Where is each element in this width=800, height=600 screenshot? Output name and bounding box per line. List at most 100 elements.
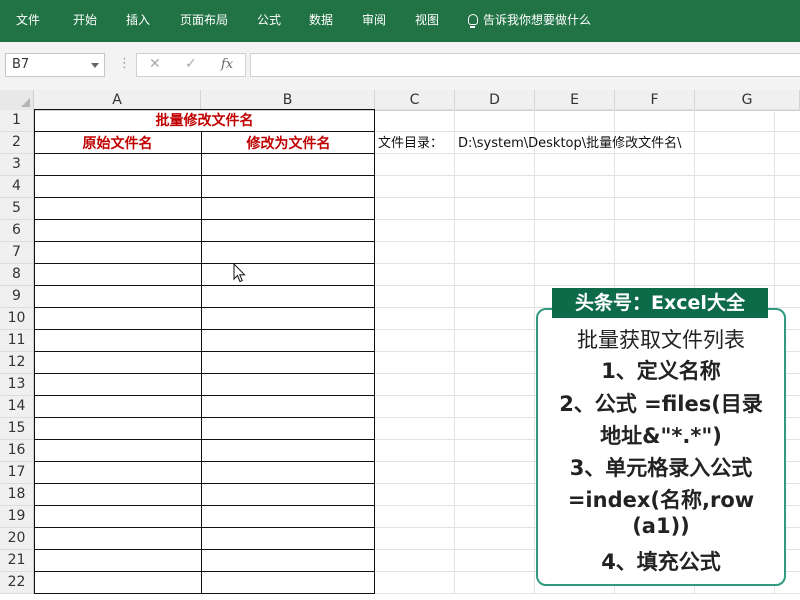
- cell-border: [34, 593, 375, 594]
- column-header-c[interactable]: C: [375, 90, 455, 110]
- cell-border: [34, 505, 375, 506]
- formula-bar-area: B7 ⋮ ✕ ✓ fx: [0, 42, 800, 91]
- insert-function-icon[interactable]: fx: [221, 57, 233, 72]
- tab-home[interactable]: 开始: [73, 11, 97, 28]
- row-header-11[interactable]: 11: [0, 330, 34, 352]
- row-header-21[interactable]: 21: [0, 550, 34, 572]
- tip-line: (a1)): [632, 514, 690, 538]
- column-header-b[interactable]: B: [201, 90, 375, 110]
- more-options-icon[interactable]: ⋮: [118, 56, 131, 71]
- cell-border: [34, 329, 375, 330]
- cell-border: [34, 109, 35, 594]
- row-header-17[interactable]: 17: [0, 462, 34, 484]
- cell-border: [201, 131, 202, 594]
- directory-label[interactable]: 文件目录：: [378, 133, 443, 155]
- mouse-cursor-icon: [233, 263, 246, 283]
- tip-line: 3、单元格录入公式: [569, 456, 753, 480]
- ribbon-tab-bar: 文件 开始 插入 页面布局 公式 数据 审阅 视图 告诉我你想要做什么: [0, 0, 800, 42]
- tab-data[interactable]: 数据: [309, 11, 333, 28]
- row-header-7[interactable]: 7: [0, 242, 34, 264]
- gridline: [375, 285, 800, 286]
- cell-border: [374, 109, 375, 594]
- cell-border: [34, 175, 375, 176]
- tab-insert[interactable]: 插入: [126, 11, 150, 28]
- cell-border: [34, 219, 375, 220]
- cell-border: [34, 439, 375, 440]
- cell-border: [34, 417, 375, 418]
- row-header-13[interactable]: 13: [0, 374, 34, 396]
- column-header-a[interactable]: A: [34, 90, 201, 110]
- row-header-9[interactable]: 9: [0, 286, 34, 308]
- gridline: [375, 263, 800, 264]
- column-header-e[interactable]: E: [535, 90, 615, 110]
- gridline: [375, 197, 800, 198]
- cell-border: [34, 373, 375, 374]
- row-header-1[interactable]: 1: [0, 110, 34, 132]
- gridline: [375, 241, 800, 242]
- column-header-g[interactable]: G: [695, 90, 800, 110]
- gridline: [375, 593, 800, 594]
- tip-line: 地址&"*.*"): [600, 424, 722, 448]
- row-header-4[interactable]: 4: [0, 176, 34, 198]
- row-header-15[interactable]: 15: [0, 418, 34, 440]
- row-header-8[interactable]: 8: [0, 264, 34, 286]
- chevron-down-icon[interactable]: [91, 63, 99, 68]
- tip-line: 2、公式 =files(目录: [559, 392, 763, 416]
- lightbulb-icon: [468, 14, 478, 28]
- gridline: [454, 110, 455, 594]
- directory-path[interactable]: D:\system\Desktop\批量修改文件名\: [458, 133, 682, 155]
- cell-border: [34, 483, 375, 484]
- header-original-name[interactable]: 原始文件名: [34, 133, 201, 155]
- cell-border: [34, 549, 375, 550]
- row-header-6[interactable]: 6: [0, 220, 34, 242]
- gridline: [375, 219, 800, 220]
- gridline: [375, 109, 800, 110]
- row-header-20[interactable]: 20: [0, 528, 34, 550]
- tip-line: 4、填充公式: [601, 550, 721, 574]
- row-header-3[interactable]: 3: [0, 154, 34, 176]
- cell-border: [34, 461, 375, 462]
- column-header-d[interactable]: D: [455, 90, 535, 110]
- row-header-19[interactable]: 19: [0, 506, 34, 528]
- tip-line: =index(名称,row: [567, 488, 755, 512]
- tips-panel: 头条号：Excel大全 批量获取文件列表 1、定义名称 2、公式 =files(…: [536, 288, 786, 588]
- cell-border: [34, 197, 375, 198]
- select-all-button[interactable]: [0, 90, 34, 110]
- tip-line: 批量获取文件列表: [577, 328, 745, 352]
- cell-border: [34, 241, 375, 242]
- column-header-f[interactable]: F: [615, 90, 695, 110]
- formula-input[interactable]: [250, 53, 800, 77]
- cell-border: [34, 307, 375, 308]
- sheet-title-cell[interactable]: 批量修改文件名: [34, 110, 375, 132]
- cancel-icon[interactable]: ✕: [149, 56, 161, 72]
- tab-review[interactable]: 审阅: [362, 11, 386, 28]
- tab-page-layout[interactable]: 页面布局: [180, 11, 228, 28]
- row-header-18[interactable]: 18: [0, 484, 34, 506]
- source-badge: 头条号：Excel大全: [552, 288, 768, 318]
- cell-border: [34, 571, 375, 572]
- row-header-22[interactable]: 22: [0, 572, 34, 594]
- tab-file[interactable]: 文件: [16, 11, 40, 28]
- formula-buttons: ✕ ✓ fx: [136, 53, 246, 77]
- row-header-14[interactable]: 14: [0, 396, 34, 418]
- row-header-10[interactable]: 10: [0, 308, 34, 330]
- tab-view[interactable]: 视图: [415, 11, 439, 28]
- tip-line: 1、定义名称: [601, 359, 721, 383]
- cell-border: [34, 285, 375, 286]
- row-header-2[interactable]: 2: [0, 132, 34, 154]
- tab-formulas[interactable]: 公式: [257, 11, 281, 28]
- header-new-name[interactable]: 修改为文件名: [202, 133, 375, 155]
- gridline: [375, 175, 800, 176]
- row-header-12[interactable]: 12: [0, 352, 34, 374]
- cell-border: [34, 395, 375, 396]
- tell-me-text: 告诉我你想要做什么: [483, 13, 592, 27]
- cell-border: [34, 263, 375, 264]
- row-header-16[interactable]: 16: [0, 440, 34, 462]
- name-box-value: B7: [12, 57, 30, 72]
- enter-icon[interactable]: ✓: [185, 56, 197, 72]
- cell-border: [34, 351, 375, 352]
- row-header-5[interactable]: 5: [0, 198, 34, 220]
- tell-me-box[interactable]: 告诉我你想要做什么: [468, 11, 591, 28]
- name-box[interactable]: B7: [5, 53, 105, 77]
- cell-border: [34, 527, 375, 528]
